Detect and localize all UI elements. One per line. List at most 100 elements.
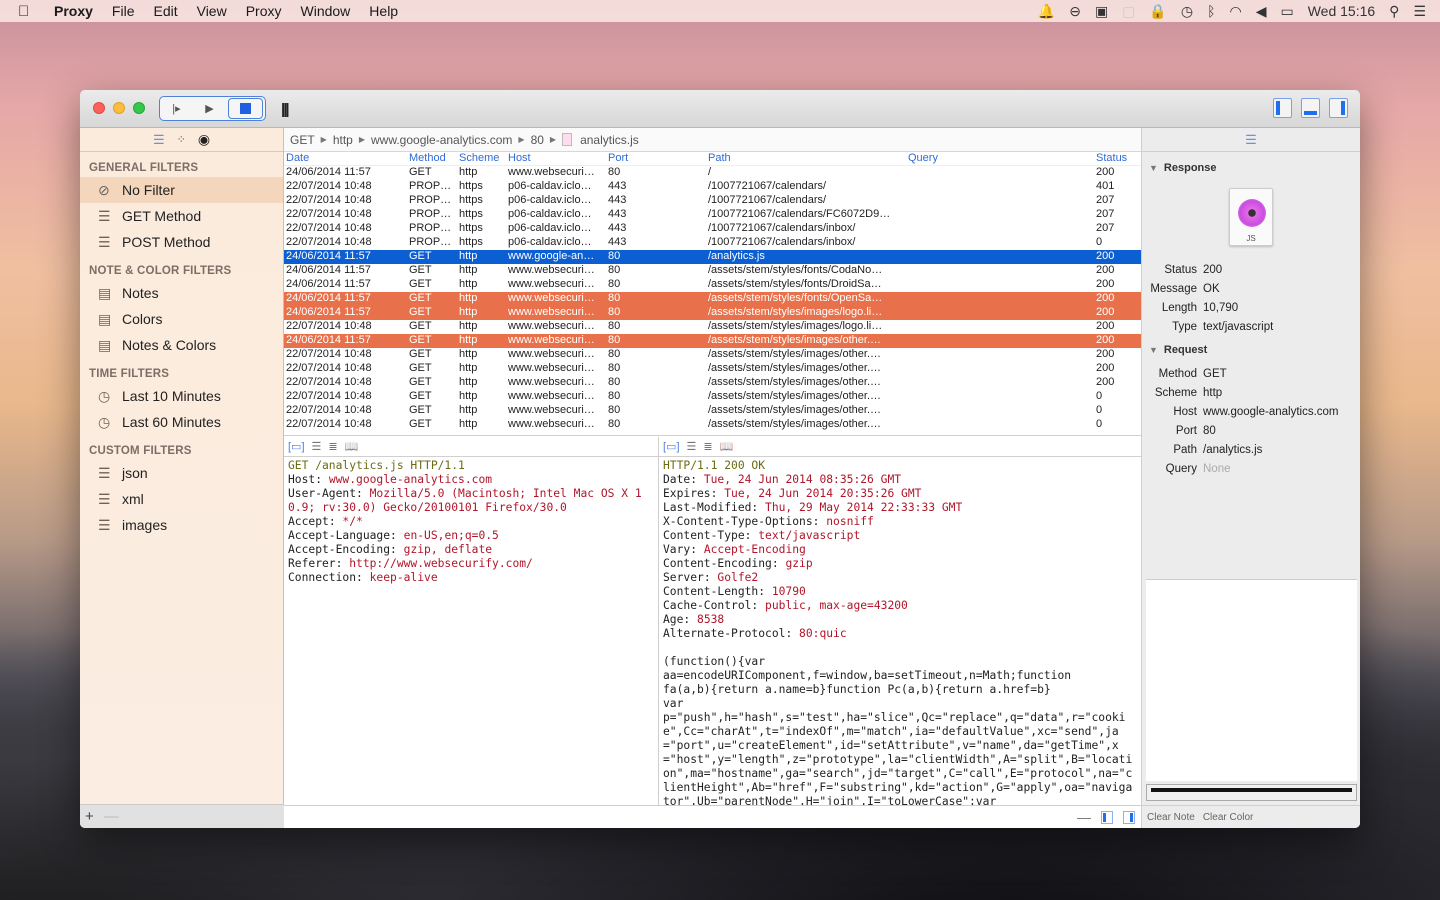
cell-path: /assets/stem/styles/images/other.… — [708, 404, 882, 416]
filter-colors[interactable]: ▤ Colors — [80, 306, 283, 332]
menu-window[interactable]: Window — [301, 3, 351, 19]
clear-note-button[interactable]: Clear Note — [1147, 812, 1195, 823]
notification-center-icon[interactable]: ☰ — [1413, 3, 1426, 20]
volume-icon[interactable]: ◀ — [1256, 3, 1267, 20]
filter-xml[interactable]: ☰ xml — [80, 486, 283, 512]
table-row[interactable]: 24/06/2014 11:57 GET http www.websecuri… 80 /… — [284, 166, 1141, 180]
toggle-left-pane-button[interactable] — [1273, 98, 1292, 118]
col-status[interactable]: Status — [1094, 152, 1134, 165]
col-path[interactable]: Path^ — [706, 152, 894, 165]
minimize-button[interactable] — [113, 102, 125, 114]
tree-view-icon[interactable]: ≣ — [328, 440, 337, 453]
table-row[interactable]: 24/06/2014 11:57 GET http www.websecuri… 80 /… — [284, 306, 1141, 320]
table-row[interactable]: 22/07/2014 10:48 GET http www.websecuri… 80 /… — [284, 404, 1141, 418]
table-row[interactable]: 24/06/2014 11:57 GET http www.google-an… 80 /… — [284, 250, 1141, 264]
add-filter-button[interactable]: + — [85, 808, 94, 825]
table-row[interactable]: 22/07/2014 10:48 PROP… https p06-caldav.icl… — [284, 180, 1141, 194]
filter-post-method[interactable]: ☰ POST Method — [80, 229, 283, 255]
tree-view-icon[interactable]: ≣ — [703, 440, 712, 453]
book-view-icon[interactable]: 📖 — [720, 440, 734, 453]
step-icon[interactable]: |▸ — [160, 102, 193, 115]
split-left-icon[interactable] — [1101, 810, 1113, 824]
table-row[interactable]: 24/06/2014 11:57 GET http www.websecuri… 80 /… — [284, 292, 1141, 306]
table-row[interactable]: 22/07/2014 10:48 GET http www.websecuri… 80 /… — [284, 348, 1141, 362]
split-right-icon[interactable] — [1123, 810, 1135, 824]
col-scheme[interactable]: Scheme — [457, 152, 506, 165]
table-row[interactable]: 22/07/2014 10:48 PROP… https p06-caldav.icl… — [284, 222, 1141, 236]
time-machine-icon[interactable]: ◷ — [1181, 3, 1193, 20]
toggle-right-pane-button[interactable] — [1329, 98, 1348, 118]
zoom-button[interactable] — [133, 102, 145, 114]
menu-file[interactable]: File — [112, 3, 135, 19]
col-method[interactable]: Method — [407, 152, 457, 165]
raw-view-icon[interactable]: [▭] — [288, 440, 305, 453]
menu-proxy[interactable]: Proxy — [246, 3, 282, 19]
cell-host: www.websecuri… — [508, 390, 595, 402]
table-row[interactable]: 24/06/2014 11:57 GET http www.websecuri… 80 /… — [284, 264, 1141, 278]
headers-view-icon[interactable]: ☰ — [687, 440, 697, 453]
bluetooth-icon[interactable]: ᛒ — [1207, 3, 1215, 19]
response-raw-text[interactable]: HTTP/1.1 200 OK Date: Tue, 24 Jun 2014 0… — [659, 457, 1141, 805]
list-view-icon[interactable]: ☰ — [153, 132, 165, 148]
breadcrumb-scheme[interactable]: http — [333, 133, 353, 147]
menu-view[interactable]: View — [197, 3, 227, 19]
raw-view-icon[interactable]: [▭] — [663, 440, 680, 453]
table-row[interactable]: 24/06/2014 11:57 GET http www.websecuri… 80 /… — [284, 278, 1141, 292]
col-port[interactable]: Port — [606, 152, 706, 165]
clear-color-button[interactable]: Clear Color — [1203, 812, 1254, 823]
request-raw-text[interactable]: GET /analytics.js HTTP/1.1 Host: www.goo… — [284, 457, 658, 587]
eye-icon[interactable]: ◉ — [198, 131, 210, 148]
table-row[interactable]: 22/07/2014 10:48 GET http www.websecuri… 80 /… — [284, 418, 1141, 432]
close-button[interactable] — [93, 102, 105, 114]
col-host[interactable]: Host — [506, 152, 606, 165]
request-disclosure[interactable]: ▼ Request — [1149, 344, 1360, 356]
table-row[interactable]: 22/07/2014 10:48 GET http www.websecuri… 80 /… — [284, 390, 1141, 404]
toggle-bottom-pane-button[interactable] — [1301, 98, 1320, 118]
headers-view-icon[interactable]: ☰ — [312, 440, 322, 453]
table-row[interactable]: 22/07/2014 10:48 GET http www.websecuri… 80 /… — [284, 362, 1141, 376]
table-row[interactable]: 22/07/2014 10:48 PROP… https p06-caldav.icl… — [284, 194, 1141, 208]
breadcrumb-port[interactable]: 80 — [531, 133, 544, 147]
filter-images[interactable]: ☰ images — [80, 512, 283, 538]
table-row[interactable]: 22/07/2014 10:48 PROP… https p06-caldav.icl… — [284, 208, 1141, 222]
spotlight-icon[interactable]: ⚲ — [1389, 3, 1399, 20]
stop-button[interactable] — [228, 98, 263, 119]
clock[interactable]: Wed 15:16 — [1308, 3, 1375, 19]
filter-last-60-minutes[interactable]: ◷ Last 60 Minutes — [80, 409, 283, 435]
screen-share-icon[interactable]: ▣ — [1095, 3, 1108, 20]
blank-icon[interactable]: ▢ — [1122, 3, 1135, 20]
filter-notes[interactable]: ▤ Notes — [80, 280, 283, 306]
color-well[interactable] — [1146, 784, 1357, 801]
lock-icon[interactable]: 🔒 — [1149, 3, 1166, 20]
sync-icon[interactable]: ⊖ — [1069, 3, 1081, 20]
remove-filter-button[interactable]: — — [104, 808, 119, 825]
menu-edit[interactable]: Edit — [153, 3, 177, 19]
table-row[interactable]: 22/07/2014 10:48 GET http www.websecuri… 80 /… — [284, 376, 1141, 390]
table-row[interactable]: 22/07/2014 10:48 PROP… https p06-caldav.icl… — [284, 236, 1141, 250]
menu-app-name[interactable]: Proxy — [54, 3, 93, 19]
note-textarea[interactable] — [1146, 579, 1357, 781]
notification-icon[interactable]: 🔔 — [1038, 3, 1055, 20]
col-query[interactable]: Query — [894, 152, 1094, 165]
filter-notes-colors[interactable]: ▤ Notes & Colors — [80, 332, 283, 358]
filter-get-method[interactable]: ☰ GET Method — [80, 203, 283, 229]
menu-help[interactable]: Help — [369, 3, 398, 19]
response-disclosure[interactable]: ▼ Response — [1149, 162, 1360, 174]
col-date[interactable]: Date — [284, 152, 407, 165]
breadcrumb-host[interactable]: www.google-analytics.com — [371, 133, 512, 147]
filter-no-filter[interactable]: ⊘ No Filter — [80, 177, 283, 203]
inspector-list-icon[interactable]: ☰ — [1245, 132, 1257, 148]
wifi-icon[interactable]: ◠ — [1229, 3, 1241, 20]
filter-last-10-minutes[interactable]: ◷ Last 10 Minutes — [80, 383, 283, 409]
battery-icon[interactable]: ▭ — [1280, 3, 1293, 20]
filter-json[interactable]: ☰ json — [80, 460, 283, 486]
book-view-icon[interactable]: 📖 — [345, 440, 359, 453]
throttle-icon[interactable]: ||| — [281, 101, 289, 118]
table-row[interactable]: 24/06/2014 11:57 GET http www.websecuri… 80 /… — [284, 334, 1141, 348]
apple-menu-icon[interactable]:  — [18, 3, 40, 20]
breadcrumb-method[interactable]: GET — [290, 133, 315, 147]
play-icon[interactable]: ▶ — [193, 102, 226, 115]
grid-view-icon[interactable]: ⁘ — [177, 133, 186, 146]
breadcrumb-file[interactable]: analytics.js — [580, 133, 639, 147]
table-row[interactable]: 22/07/2014 10:48 GET http www.websecuri… 80 /… — [284, 320, 1141, 334]
